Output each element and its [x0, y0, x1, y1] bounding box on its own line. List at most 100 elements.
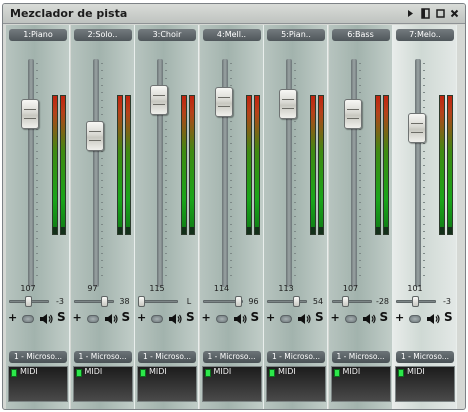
- meter-floor: [246, 227, 251, 234]
- meter-right: [124, 95, 131, 235]
- track-name-tab[interactable]: 7:Melo..: [396, 29, 454, 41]
- output-device-selector[interactable]: 1 - Microso...: [202, 351, 261, 363]
- mixer-strip[interactable]: 4:Mell.. 114 96 + S 1 - Microso... MIDI: [199, 25, 264, 409]
- volume-fader-knob[interactable]: [408, 113, 426, 143]
- fader-scale-tick: [165, 70, 167, 72]
- speaker-icon[interactable]: [104, 312, 118, 326]
- add-button[interactable]: +: [331, 311, 340, 324]
- volume-fader-knob[interactable]: [85, 121, 104, 151]
- fader-scale-tick: [36, 201, 38, 203]
- meter-floor: [440, 227, 444, 234]
- meter-floor: [319, 227, 323, 234]
- record-arm-button[interactable]: [409, 315, 421, 323]
- volume-fader-knob[interactable]: [343, 99, 362, 129]
- output-device-selector[interactable]: 1 - Microso...: [331, 351, 390, 363]
- output-device-selector[interactable]: 1 - Microso...: [267, 351, 325, 363]
- record-arm-button[interactable]: [151, 315, 163, 323]
- pan-slider-thumb[interactable]: [100, 296, 108, 307]
- fader-scale-tick: [36, 267, 38, 269]
- track-name-tab[interactable]: 1:Piano: [9, 29, 67, 41]
- pan-slider-thumb[interactable]: [292, 296, 300, 307]
- midi-port-box[interactable]: MIDI: [395, 366, 455, 402]
- speaker-icon[interactable]: [426, 312, 440, 326]
- mixer-strip[interactable]: 7:Melo.. 101 -3 + S 1 - Microso... MIDI: [393, 25, 457, 409]
- record-arm-button[interactable]: [215, 315, 228, 323]
- solo-button[interactable]: S: [57, 310, 66, 324]
- fader-scale-tick: [294, 223, 296, 225]
- record-arm-button[interactable]: [280, 315, 292, 323]
- close-icon[interactable]: [449, 8, 460, 19]
- add-button[interactable]: +: [73, 311, 82, 324]
- mixer-strip[interactable]: 2:Solo.. 97 38 + S 1 - Microso... MIDI: [70, 25, 135, 409]
- output-device-selector[interactable]: 1 - Microso...: [73, 351, 132, 363]
- track-name-tab[interactable]: 3:Choir: [138, 29, 196, 41]
- pan-slider-thumb[interactable]: [235, 296, 243, 307]
- restore-icon[interactable]: [435, 8, 446, 19]
- fader-track[interactable]: [28, 59, 34, 287]
- output-device-selector[interactable]: 1 - Microso...: [138, 351, 196, 363]
- pan-slider-thumb[interactable]: [411, 296, 419, 307]
- mixer-strip[interactable]: 5:Pian.. 113 54 + S 1 - Microso... MIDI: [264, 25, 328, 409]
- record-arm-button[interactable]: [86, 315, 99, 323]
- add-button[interactable]: +: [8, 311, 17, 324]
- fader-track[interactable]: [92, 59, 99, 287]
- meter-floor: [182, 227, 186, 234]
- play-icon[interactable]: [405, 8, 416, 19]
- pan-slider-thumb[interactable]: [341, 296, 349, 307]
- speaker-icon[interactable]: [39, 312, 53, 326]
- record-arm-button[interactable]: [344, 315, 357, 323]
- midi-port-label: MIDI: [84, 367, 103, 376]
- pan-slider-thumb[interactable]: [24, 296, 32, 307]
- midi-port-box[interactable]: MIDI: [8, 366, 68, 402]
- fader-scale-tick: [100, 187, 103, 189]
- fader-scale-tick: [165, 121, 167, 123]
- mixer-strip[interactable]: 6:Bass 107 -28 + S 1 - Microso... MIDI: [328, 25, 393, 409]
- midi-port-box[interactable]: MIDI: [266, 366, 326, 402]
- volume-fader-knob[interactable]: [214, 87, 233, 117]
- fader-scale-tick: [165, 172, 167, 174]
- pan-slider-thumb[interactable]: [138, 296, 145, 307]
- fader-track[interactable]: [415, 59, 421, 287]
- pan-slider-track[interactable]: [331, 300, 372, 303]
- solo-button[interactable]: S: [186, 310, 195, 324]
- track-name-tab[interactable]: 6:Bass: [331, 29, 390, 41]
- midi-port-box[interactable]: MIDI: [201, 366, 262, 402]
- solo-button[interactable]: S: [251, 310, 260, 324]
- fader-scale-tick: [423, 209, 425, 210]
- solo-button[interactable]: S: [122, 310, 131, 324]
- solo-button[interactable]: S: [315, 310, 324, 324]
- solo-button[interactable]: S: [380, 310, 389, 324]
- speaker-icon[interactable]: [168, 312, 182, 326]
- output-device-selector[interactable]: 1 - Microso...: [396, 351, 454, 363]
- add-button[interactable]: +: [395, 311, 404, 324]
- dock-icon[interactable]: [420, 8, 431, 19]
- midi-port-box[interactable]: MIDI: [72, 366, 133, 402]
- fader-scale-tick: [358, 223, 361, 225]
- volume-fader-knob[interactable]: [21, 99, 39, 129]
- mixer-strip[interactable]: 1:Piano 107 -3 + S 1 - Microso... MIDI: [6, 25, 70, 409]
- midi-port-box[interactable]: MIDI: [137, 366, 197, 402]
- track-name-tab[interactable]: 4:Mell..: [202, 29, 261, 41]
- track-name-tab[interactable]: 2:Solo..: [73, 29, 132, 41]
- fader-scale-tick: [165, 230, 167, 232]
- volume-fader-knob[interactable]: [150, 85, 168, 115]
- pan-slider-track[interactable]: [267, 300, 307, 303]
- add-button[interactable]: +: [137, 311, 146, 324]
- fader-scale-tick: [294, 267, 296, 269]
- solo-button[interactable]: S: [444, 310, 453, 324]
- midi-port-box[interactable]: MIDI: [330, 366, 391, 402]
- mixer-strip[interactable]: 3:Choir 115 L + S 1 - Microso... MIDI: [135, 25, 199, 409]
- record-arm-button[interactable]: [22, 315, 34, 323]
- volume-value: 107: [20, 284, 36, 293]
- midi-port-label: MIDI: [213, 367, 232, 376]
- speaker-icon[interactable]: [362, 312, 376, 326]
- volume-fader-knob[interactable]: [279, 89, 297, 119]
- track-name-tab[interactable]: 5:Pian..: [267, 29, 325, 41]
- speaker-icon[interactable]: [233, 312, 247, 326]
- speaker-icon[interactable]: [297, 312, 311, 326]
- add-button[interactable]: +: [266, 311, 275, 324]
- midi-port-label: MIDI: [20, 367, 38, 376]
- add-button[interactable]: +: [202, 311, 211, 324]
- fader-track[interactable]: [350, 59, 357, 287]
- output-device-selector[interactable]: 1 - Microso...: [9, 351, 67, 363]
